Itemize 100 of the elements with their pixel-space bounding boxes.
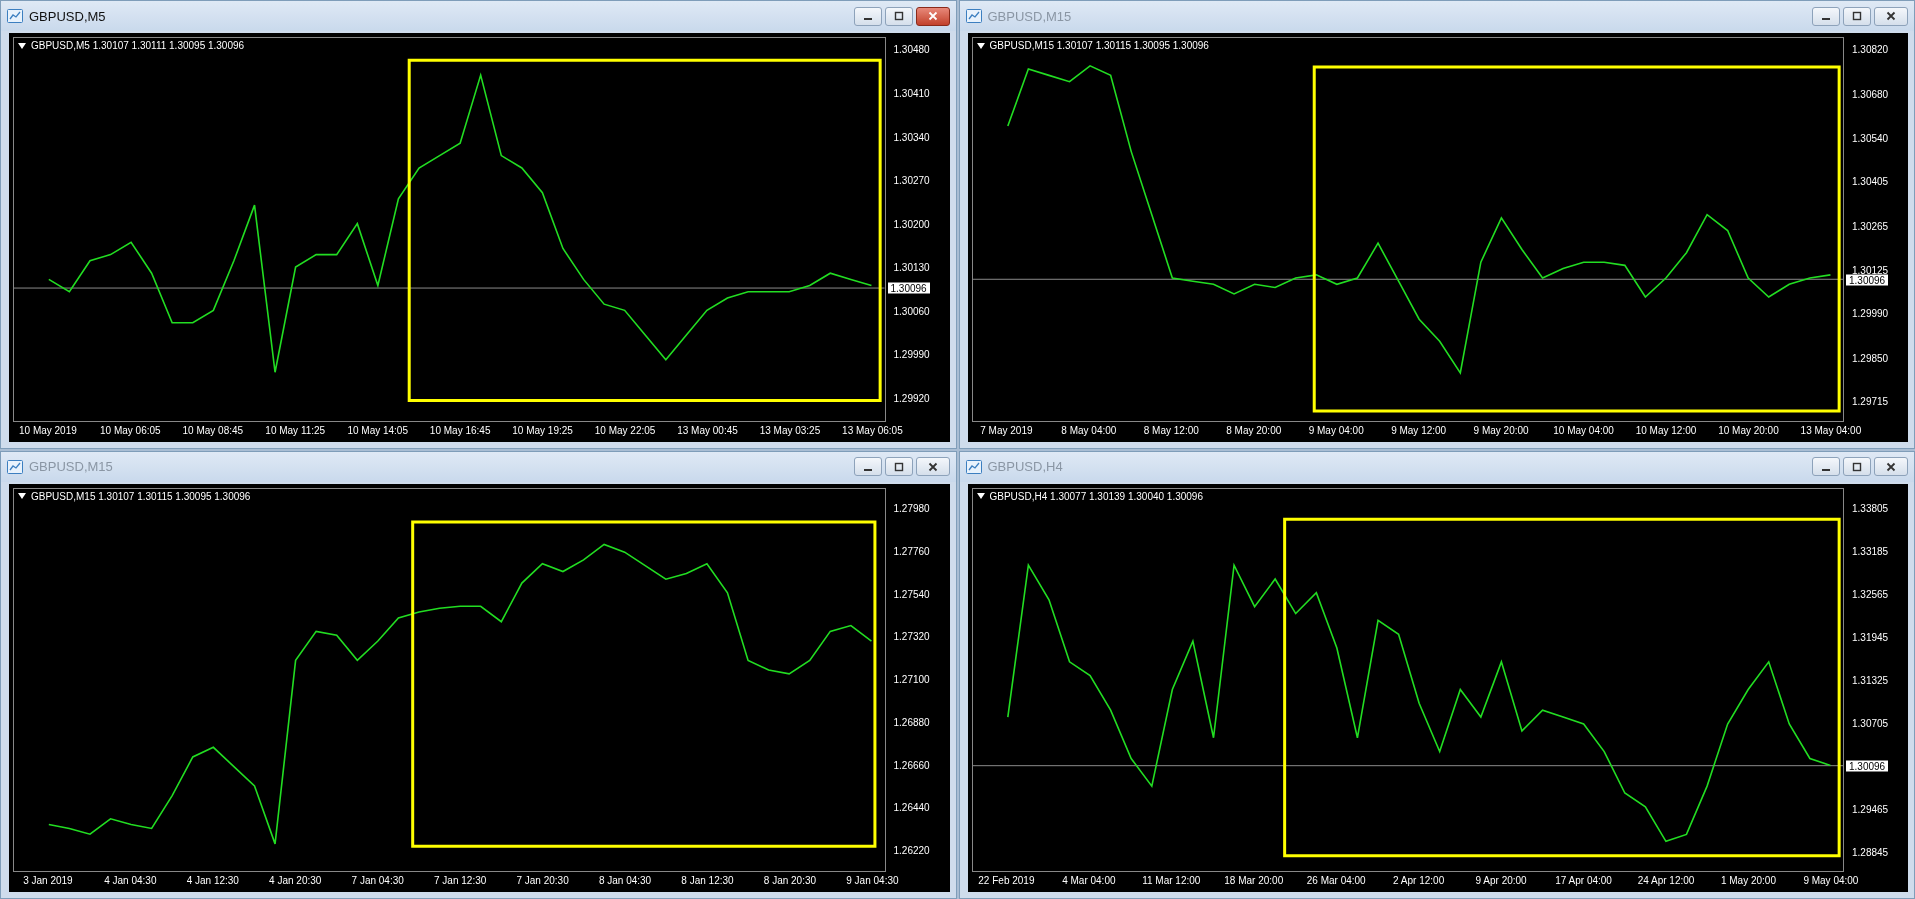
time-axis-label: 9 Jan 04:30 bbox=[846, 875, 899, 886]
price-axis-label: 1.30705 bbox=[1852, 717, 1889, 729]
maximize-button[interactable] bbox=[1843, 6, 1871, 26]
price-axis-label: 1.29465 bbox=[1852, 803, 1889, 815]
close-icon bbox=[1886, 11, 1896, 21]
symbol-quote-line: GBPUSD,H4 1.30077 1.30139 1.30040 1.30096 bbox=[989, 490, 1203, 502]
close-icon bbox=[927, 461, 938, 472]
window-title: GBPUSD,M15 bbox=[987, 8, 1072, 24]
price-axis-label: 1.30340 bbox=[893, 131, 930, 143]
time-axis-label: 8 Jan 12:30 bbox=[681, 875, 734, 886]
maximize-button[interactable] bbox=[884, 457, 913, 476]
time-axis-label: 4 Jan 20:30 bbox=[269, 875, 322, 886]
dropdown-triangle-icon[interactable] bbox=[18, 42, 26, 49]
time-axis-label: 10 May 22:05 bbox=[594, 424, 656, 436]
time-axis-label: 9 May 04:00 bbox=[1803, 875, 1859, 886]
time-axis-label: 17 Apr 04:00 bbox=[1555, 875, 1612, 886]
chart-window-icon bbox=[7, 9, 23, 23]
time-axis-label: 9 May 04:00 bbox=[1308, 424, 1364, 436]
time-axis-label: 10 May 19:25 bbox=[512, 424, 573, 436]
chart-window-icon bbox=[965, 459, 982, 474]
chart-window-icon bbox=[7, 459, 23, 474]
minimize-icon bbox=[863, 468, 872, 471]
time-axis-label: 7 Jan 20:30 bbox=[516, 875, 569, 886]
price-axis-label: 1.32565 bbox=[1852, 588, 1889, 600]
price-axis-label: 1.30130 bbox=[893, 261, 930, 273]
time-axis-label: 13 May 04:00 bbox=[1800, 424, 1862, 436]
time-axis-label: 10 May 14:05 bbox=[347, 424, 408, 436]
minimize-button[interactable] bbox=[1812, 457, 1840, 476]
minimize-button[interactable] bbox=[853, 6, 882, 26]
minimize-button[interactable] bbox=[1812, 6, 1840, 26]
maximize-button[interactable] bbox=[884, 6, 913, 26]
price-axis-label: 1.30405 bbox=[1852, 175, 1889, 187]
maximize-icon bbox=[1852, 461, 1862, 472]
symbol-quote-line: GBPUSD,M5 1.30107 1.30111 1.30095 1.30096 bbox=[31, 40, 245, 51]
time-axis-label: 13 May 03:25 bbox=[759, 424, 821, 436]
time-axis-label: 8 Jan 20:30 bbox=[763, 875, 817, 886]
dropdown-triangle-icon[interactable] bbox=[976, 493, 985, 499]
price-axis-label: 1.26660 bbox=[893, 759, 930, 771]
price-axis-label: 1.30480 bbox=[893, 43, 930, 55]
time-axis-label: 13 May 00:45 bbox=[677, 424, 738, 436]
price-axis-label: 1.27320 bbox=[893, 630, 930, 642]
price-axis-label: 1.33805 bbox=[1852, 502, 1889, 514]
price-axis-label: 1.27100 bbox=[893, 673, 930, 685]
maximize-button[interactable] bbox=[1843, 457, 1871, 476]
time-axis-label: 8 May 20:00 bbox=[1226, 424, 1282, 436]
price-axis-label: 1.26880 bbox=[893, 716, 930, 728]
price-axis-label: 1.30200 bbox=[893, 218, 930, 230]
minimize-icon bbox=[863, 18, 872, 20]
window-title: GBPUSD,M15 bbox=[29, 459, 113, 474]
time-axis-label: 26 Mar 04:00 bbox=[1306, 875, 1366, 886]
time-axis-label: 4 Mar 04:00 bbox=[1062, 875, 1116, 886]
close-button[interactable] bbox=[915, 457, 950, 476]
current-price-label: 1.30096 bbox=[1846, 274, 1889, 286]
price-axis-label: 1.27980 bbox=[893, 502, 930, 514]
close-button[interactable] bbox=[1874, 457, 1908, 476]
close-button[interactable] bbox=[915, 6, 950, 26]
price-axis-label: 1.31325 bbox=[1852, 674, 1889, 686]
time-axis-label: 8 May 04:00 bbox=[1061, 424, 1117, 436]
price-axis-label: 1.28845 bbox=[1852, 846, 1889, 858]
time-axis-label: 9 Apr 20:00 bbox=[1475, 875, 1527, 886]
time-axis-label: 10 May 06:05 bbox=[100, 424, 161, 436]
price-axis-label: 1.30270 bbox=[893, 174, 930, 186]
price-axis-label: 1.29920 bbox=[893, 392, 930, 404]
close-icon bbox=[927, 11, 938, 21]
time-axis-label: 8 Jan 04:30 bbox=[598, 875, 652, 886]
time-axis-label: 18 Mar 20:00 bbox=[1224, 875, 1284, 886]
time-axis-label: 10 May 16:45 bbox=[429, 424, 491, 436]
time-axis-label: 1 May 20:00 bbox=[1720, 875, 1776, 886]
dropdown-triangle-icon[interactable] bbox=[18, 493, 26, 499]
time-axis-label: 10 May 2019 bbox=[19, 424, 77, 436]
price-axis-label: 1.29990 bbox=[893, 348, 930, 360]
time-axis-label: 10 May 12:00 bbox=[1635, 424, 1697, 436]
time-axis-label: 4 Jan 04:30 bbox=[104, 875, 157, 886]
time-axis-label: 9 May 20:00 bbox=[1473, 424, 1529, 436]
time-axis-label: 10 May 08:45 bbox=[182, 424, 244, 436]
close-button[interactable] bbox=[1874, 6, 1908, 26]
time-axis-label: 11 Mar 12:00 bbox=[1142, 875, 1201, 886]
time-axis-label: 7 Jan 12:30 bbox=[434, 875, 487, 886]
maximize-icon bbox=[893, 11, 904, 21]
minimize-button[interactable] bbox=[853, 457, 882, 476]
time-axis-label: 24 Apr 12:00 bbox=[1637, 875, 1695, 886]
time-axis-label: 9 May 12:00 bbox=[1391, 424, 1447, 436]
price-axis-label: 1.33185 bbox=[1852, 545, 1889, 557]
time-axis-label: 7 Jan 04:30 bbox=[351, 875, 404, 886]
time-axis-label: 10 May 11:25 bbox=[265, 424, 326, 436]
price-axis-label: 1.30125 bbox=[1852, 264, 1889, 276]
time-axis-label: 10 May 04:00 bbox=[1553, 424, 1614, 436]
price-axis-label: 1.30540 bbox=[1852, 132, 1889, 144]
price-axis-label: 1.30060 bbox=[893, 305, 930, 317]
maximize-icon bbox=[893, 461, 904, 472]
price-axis-label: 1.30265 bbox=[1852, 220, 1889, 232]
symbol-quote-line: GBPUSD,M15 1.30107 1.30115 1.30095 1.30096 bbox=[989, 40, 1209, 51]
price-axis-label: 1.30410 bbox=[893, 87, 930, 99]
chart-window-icon bbox=[965, 9, 982, 23]
price-axis-label: 1.29990 bbox=[1852, 307, 1889, 319]
time-axis-label: 13 May 06:05 bbox=[842, 424, 903, 436]
time-axis-label: 7 May 2019 bbox=[980, 424, 1033, 436]
price-axis-label: 1.31945 bbox=[1852, 631, 1889, 643]
minimize-icon bbox=[1822, 18, 1830, 20]
dropdown-triangle-icon[interactable] bbox=[976, 42, 985, 49]
